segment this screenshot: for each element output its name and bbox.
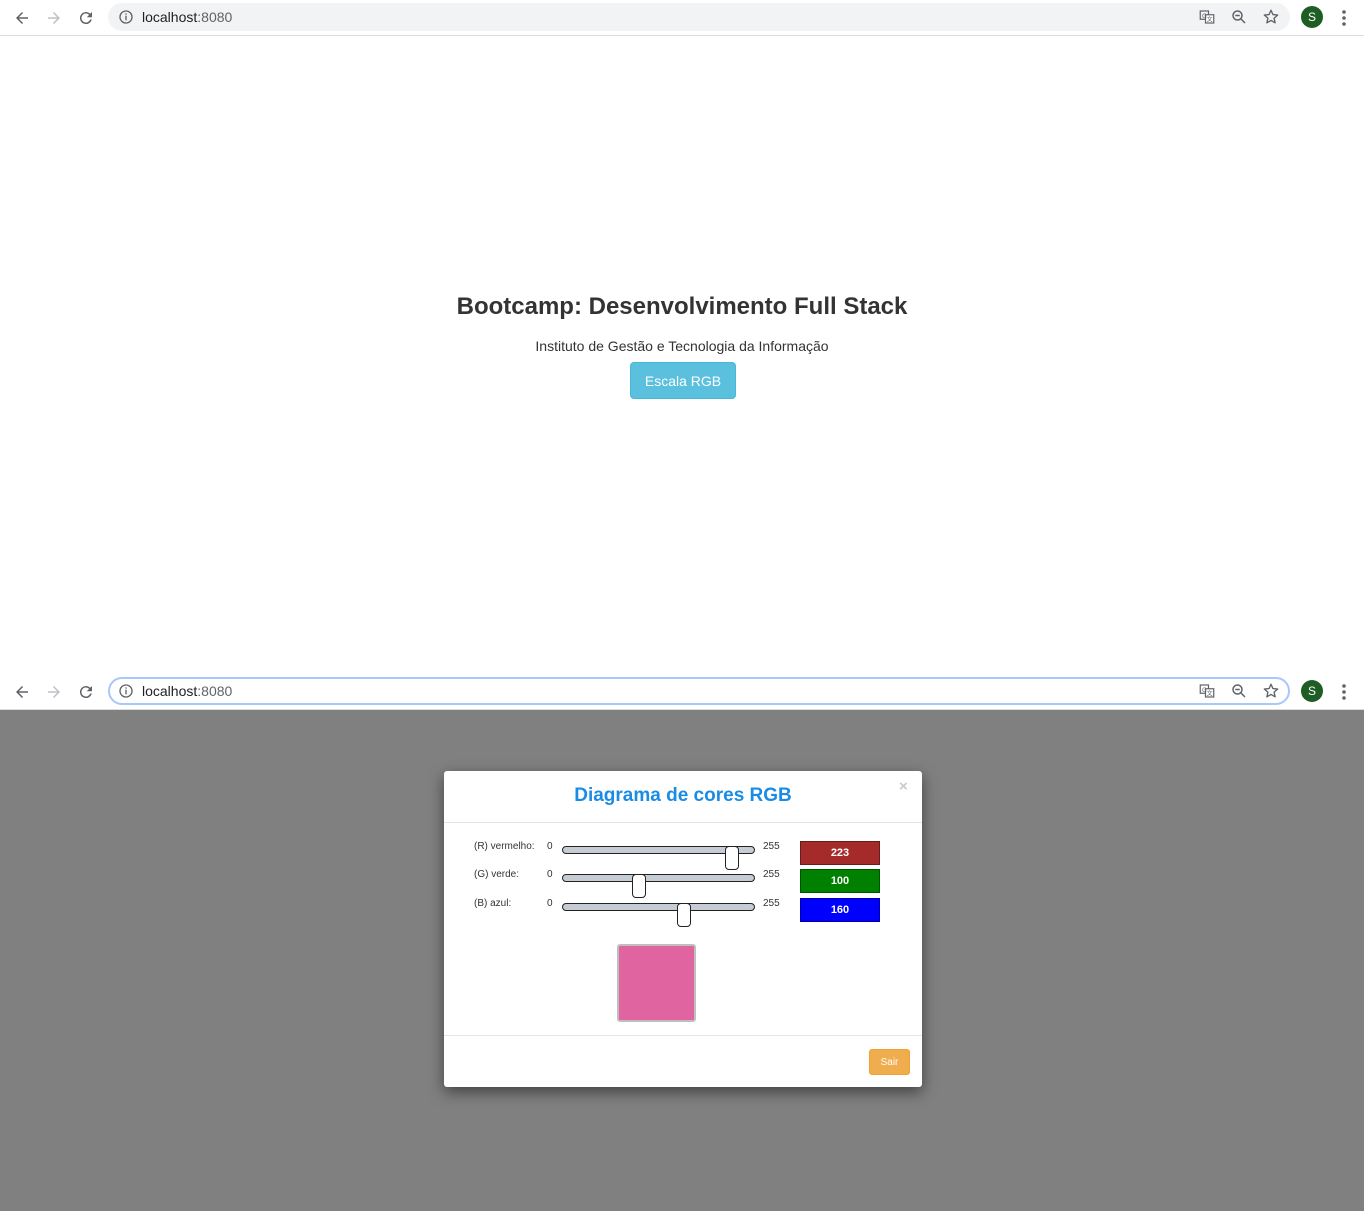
svg-text:文: 文	[1207, 690, 1213, 698]
more-menu-icon[interactable]	[1336, 682, 1352, 702]
svg-text:文: 文	[1207, 16, 1213, 24]
url-text: localhost:8080	[142, 683, 232, 699]
slider-min-green: 0	[547, 869, 553, 880]
info-icon[interactable]	[118, 9, 134, 25]
browser-window-top: localhost:8080 文G S Bootcamp: Desenvolvi…	[0, 0, 1364, 674]
slider-min-red: 0	[547, 841, 553, 852]
arrow-left-icon	[16, 12, 28, 24]
close-icon[interactable]: ×	[899, 778, 908, 795]
url-port: :8080	[197, 683, 233, 699]
forward-button[interactable]	[42, 680, 66, 704]
modal-title: Diagrama de cores RGB	[574, 785, 792, 806]
url-host: localhost	[142, 683, 198, 699]
slider-label-blue: (B) azul:	[474, 898, 512, 909]
slider-row-red: (R) vermelho: 0 255 223	[444, 838, 922, 870]
svg-text:G: G	[1202, 13, 1207, 20]
slider-row-green: (G) verde: 0 255 100	[444, 866, 922, 898]
reload-icon	[79, 686, 92, 699]
rgb-modal: Diagrama de cores RGB × (R) vermelho: 0 …	[444, 771, 922, 1087]
star-icon[interactable]	[1262, 8, 1280, 26]
slider-max-green: 255	[763, 869, 780, 880]
modal-footer: Sair	[444, 1035, 922, 1087]
url-host: localhost	[142, 9, 198, 25]
value-box-blue: 160	[800, 898, 880, 922]
value-box-red: 223	[800, 841, 880, 865]
arrow-left-icon	[16, 686, 28, 698]
page-title: Bootcamp: Desenvolvimento Full Stack	[456, 293, 908, 320]
more-menu-icon[interactable]	[1336, 8, 1352, 28]
browser-toolbar: localhost:8080 文G S	[0, 0, 1364, 36]
slider-row-blue: (B) azul: 0 255 160	[444, 895, 922, 927]
slider-max-blue: 255	[763, 898, 780, 909]
slider-thumb-blue[interactable]	[677, 903, 692, 927]
profile-avatar[interactable]: S	[1301, 680, 1323, 702]
slider-label-green: (G) verde:	[474, 869, 520, 880]
url-text: localhost:8080	[142, 9, 232, 25]
slider-track-red[interactable]	[562, 846, 755, 870]
star-icon[interactable]	[1262, 682, 1280, 700]
color-preview	[617, 944, 696, 1022]
arrow-right-icon	[48, 686, 60, 698]
profile-avatar[interactable]: S	[1301, 6, 1323, 28]
url-port: :8080	[197, 9, 233, 25]
reload-button[interactable]	[74, 680, 98, 704]
exit-button[interactable]: Sair	[869, 1049, 910, 1075]
page-subtitle: Instituto de Gestão e Tecnologia da Info…	[535, 338, 829, 354]
value-box-green: 100	[800, 869, 880, 893]
zoom-icon[interactable]	[1230, 682, 1248, 700]
slider-track-green[interactable]	[562, 874, 755, 898]
info-icon[interactable]	[118, 683, 134, 699]
translate-icon[interactable]: 文G	[1198, 8, 1216, 26]
forward-button[interactable]	[42, 6, 66, 30]
modal-backdrop[interactable]: Escala RGB Diagrama de cores RGB × (R) v…	[0, 710, 1364, 1211]
reload-icon	[79, 12, 92, 25]
back-button[interactable]	[10, 680, 34, 704]
slider-max-red: 255	[763, 841, 780, 852]
slider-min-blue: 0	[547, 898, 553, 909]
svg-text:G: G	[1202, 687, 1207, 694]
zoom-icon[interactable]	[1230, 8, 1248, 26]
address-bar[interactable]: localhost:8080 文G	[108, 677, 1290, 705]
browser-toolbar: localhost:8080 文G S	[0, 674, 1364, 710]
modal-header: Diagrama de cores RGB ×	[444, 771, 922, 823]
address-bar[interactable]: localhost:8080 文G	[108, 3, 1290, 31]
arrow-right-icon	[48, 12, 60, 24]
browser-window-bottom: localhost:8080 文G S Escala RGB Diagrama …	[0, 674, 1364, 1211]
slider-track-blue[interactable]	[562, 903, 755, 927]
slider-label-red: (R) vermelho:	[474, 841, 535, 852]
reload-button[interactable]	[74, 6, 98, 30]
back-button[interactable]	[10, 6, 34, 30]
rgb-scale-button[interactable]: Escala RGB	[630, 362, 736, 399]
translate-icon[interactable]: 文G	[1198, 682, 1216, 700]
